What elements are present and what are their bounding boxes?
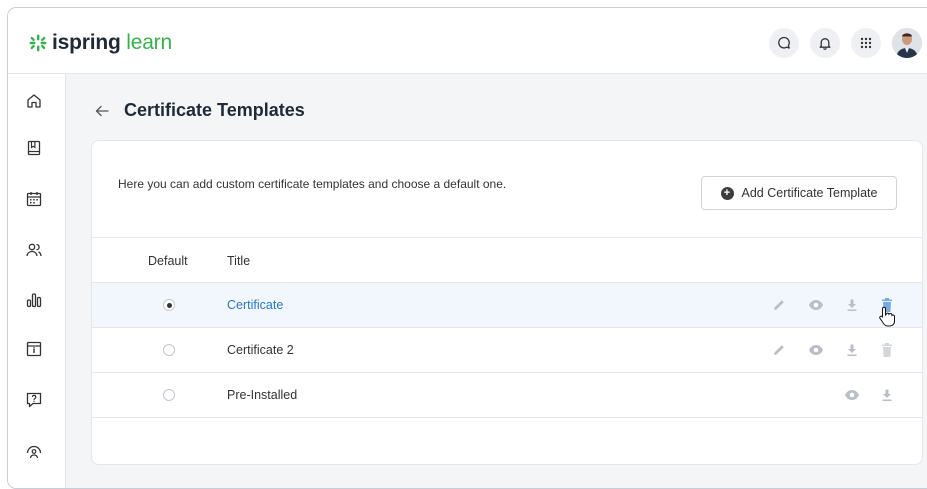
download-button[interactable] [842, 295, 862, 315]
certificate-title: Pre-Installed [227, 388, 298, 402]
intro-text: Here you can add custom certificate temp… [118, 177, 507, 191]
logo-mark-icon [29, 34, 47, 52]
download-icon [882, 389, 892, 401]
certificate-templates-card: Here you can add custom certificate temp… [91, 140, 923, 465]
sidebar-item-reports[interactable] [21, 287, 47, 313]
sidebar-item-home[interactable] [21, 88, 47, 114]
delete-button[interactable] [877, 340, 897, 360]
sidebar-item-admin[interactable] [21, 438, 47, 464]
sidebar-item-learning[interactable] [21, 135, 47, 161]
delete-icon [882, 343, 892, 357]
main-content: Certificate Templates Here you can add c… [66, 74, 927, 488]
people-icon [26, 243, 42, 257]
chat-button[interactable] [769, 28, 799, 58]
bell-icon [819, 38, 831, 50]
table-row[interactable]: Pre-Installed [92, 373, 922, 418]
top-actions [769, 28, 922, 58]
default-radio[interactable] [163, 389, 175, 401]
preview-button[interactable] [842, 385, 862, 405]
edit-button[interactable] [769, 295, 789, 315]
catalog-icon [26, 341, 42, 357]
sidebar-item-calendar[interactable] [21, 186, 47, 212]
reports-icon [26, 293, 42, 308]
app-window: ispring learn Certificate Templates Here… [7, 7, 927, 489]
download-icon [847, 344, 857, 356]
admin-icon [26, 445, 42, 459]
add-certificate-template-label: Add Certificate Template [741, 186, 878, 200]
logo-text: ispring learn [52, 31, 172, 55]
preview-icon [809, 300, 823, 310]
preview-button[interactable] [806, 340, 826, 360]
download-button[interactable] [877, 385, 897, 405]
back-button[interactable] [92, 101, 112, 121]
edit-icon [774, 300, 784, 310]
sidebar [8, 74, 66, 488]
home-icon [27, 94, 41, 108]
logo-text-light: learn [120, 31, 172, 54]
help-icon [26, 392, 42, 408]
edit-icon [774, 345, 784, 355]
apps-grid-icon [860, 37, 872, 49]
calendar-icon [26, 192, 42, 207]
sidebar-item-catalog[interactable] [21, 336, 47, 362]
sidebar-item-users[interactable] [21, 237, 47, 263]
top-bar: ispring learn [8, 8, 927, 74]
table-header: Default Title [92, 237, 922, 283]
book-icon [27, 140, 41, 156]
arrow-left-icon [95, 105, 109, 116]
certificate-title: Certificate 2 [227, 343, 294, 357]
hand-cursor-icon [879, 306, 895, 327]
ispring-learn-logo[interactable]: ispring learn [28, 30, 172, 56]
user-avatar[interactable] [892, 28, 922, 58]
certificate-title-link[interactable]: Certificate [227, 298, 283, 312]
page-title: Certificate Templates [124, 100, 305, 120]
download-icon [847, 299, 857, 311]
column-header-title: Title [227, 254, 251, 268]
preview-icon [809, 345, 823, 355]
edit-button[interactable] [769, 340, 789, 360]
table-row[interactable]: Certificate 2 [92, 328, 922, 373]
default-radio[interactable] [163, 299, 175, 311]
preview-button[interactable] [806, 295, 826, 315]
page-header: Certificate Templates [92, 100, 305, 121]
logo-text-bold: ispring [52, 31, 121, 54]
column-header-default: Default [148, 254, 188, 268]
default-radio[interactable] [163, 344, 175, 356]
apps-button[interactable] [851, 28, 881, 58]
chat-icon [778, 36, 790, 49]
sidebar-item-help[interactable] [21, 387, 47, 413]
avatar-person-icon [892, 28, 922, 58]
table-row[interactable]: Certificate [92, 283, 922, 328]
plus-circle-icon: + [720, 186, 734, 200]
notifications-button[interactable] [810, 28, 840, 58]
preview-icon [845, 390, 859, 400]
download-button[interactable] [842, 340, 862, 360]
add-certificate-template-button[interactable]: + Add Certificate Template [701, 176, 897, 210]
